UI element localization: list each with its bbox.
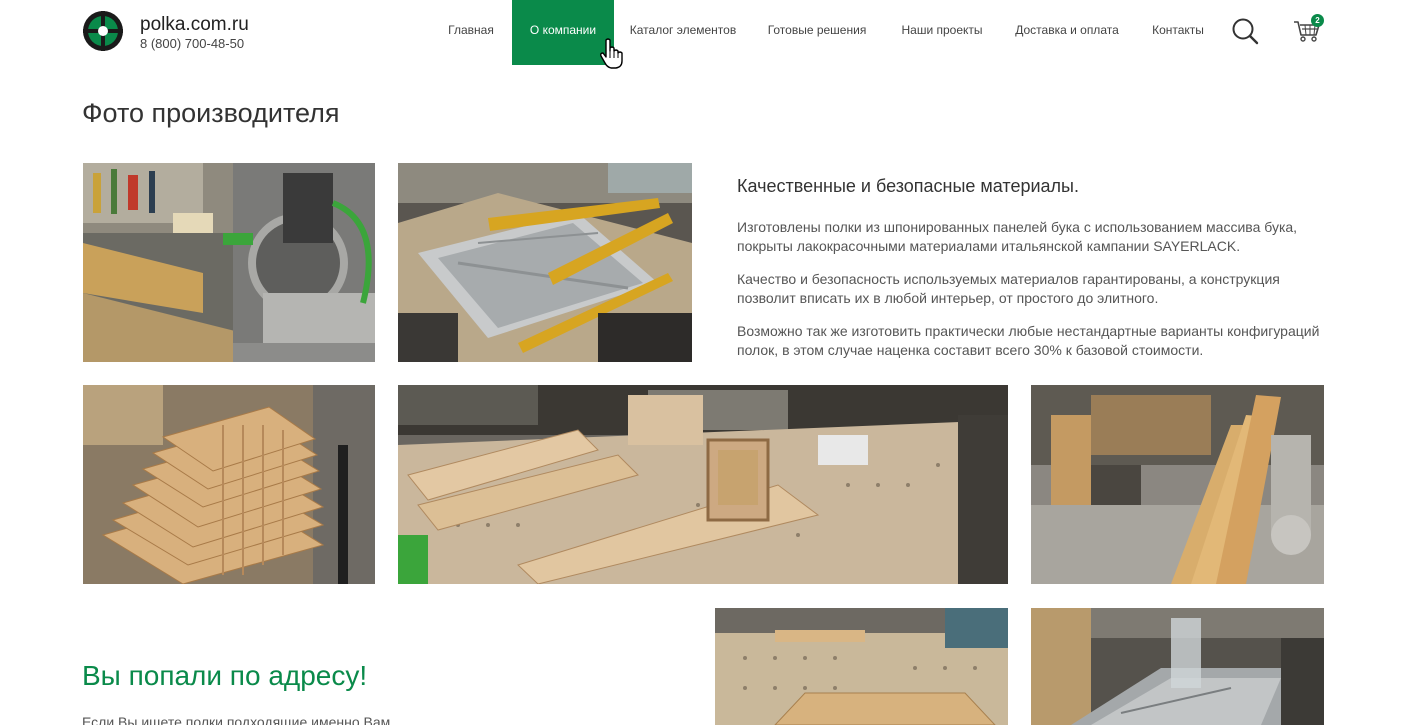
- photo-workbench-top[interactable]: [715, 608, 1008, 725]
- nav-item-home[interactable]: Главная: [440, 0, 502, 65]
- nav-item-about[interactable]: О компании: [512, 0, 614, 65]
- photo-miter-saw[interactable]: [83, 163, 375, 362]
- nav-item-contacts[interactable]: Контакты: [1144, 0, 1212, 65]
- photo-wood-stack[interactable]: [83, 385, 375, 584]
- info-block: Качественные и безопасные материалы. Изг…: [737, 174, 1337, 374]
- nav-item-delivery[interactable]: Доставка и оплата: [1010, 0, 1124, 65]
- photo-workbench[interactable]: [398, 385, 1008, 584]
- nav-item-solutions[interactable]: Готовые решения: [760, 0, 874, 65]
- photo-saw-closeup[interactable]: [1031, 608, 1324, 725]
- brand-block[interactable]: polka.com.ru 8 (800) 700-48-50: [140, 14, 249, 52]
- photo-planks[interactable]: [1031, 385, 1324, 584]
- photo-table-saw[interactable]: [398, 163, 692, 362]
- logo-icon[interactable]: [82, 10, 124, 52]
- info-heading: Качественные и безопасные материалы.: [737, 176, 1079, 196]
- site-header: polka.com.ru 8 (800) 700-48-50 Главная О…: [0, 0, 1410, 69]
- page-title: Фото производителя: [82, 98, 340, 128]
- nav-item-projects[interactable]: Наши проекты: [894, 0, 990, 65]
- cart-count-badge: 2: [1311, 14, 1324, 27]
- phone-number[interactable]: 8 (800) 700-48-50: [140, 36, 249, 52]
- info-paragraph: Изготовлены полки из шпонированных панел…: [737, 219, 1298, 254]
- info-paragraph: Качество и безопасность используемых мат…: [737, 271, 1280, 306]
- brand-name[interactable]: polka.com.ru: [140, 14, 249, 36]
- intro-text: Если Вы ищете полки подходящие именно Ва…: [82, 714, 391, 725]
- search-icon[interactable]: [1231, 17, 1259, 45]
- nav-item-catalog[interactable]: Каталог элементов: [624, 0, 742, 65]
- info-paragraph: Возможно так же изготовить практически л…: [737, 323, 1320, 358]
- section-headline: Вы попали по адресу!: [82, 660, 368, 691]
